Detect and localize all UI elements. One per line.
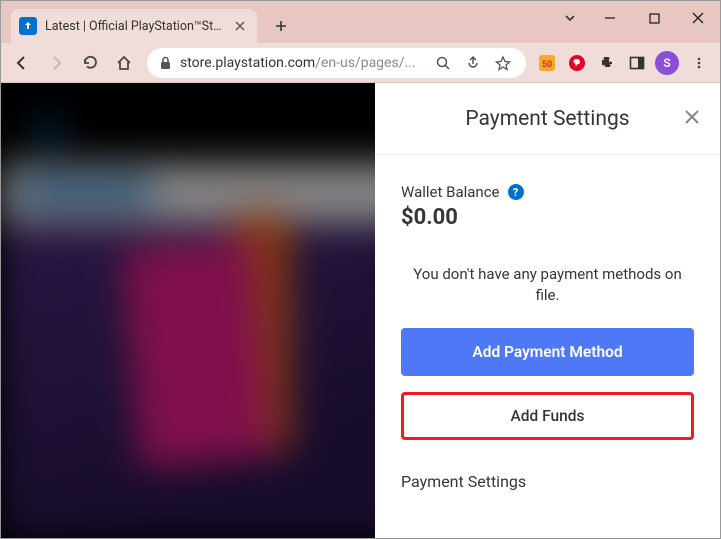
lock-icon (159, 56, 172, 70)
help-icon[interactable]: ? (508, 184, 524, 200)
payment-settings-link[interactable]: Payment Settings (401, 466, 694, 491)
close-panel-button[interactable] (680, 105, 704, 129)
wallet-balance-amount: $0.00 (401, 205, 694, 230)
panel-header: Payment Settings (375, 83, 720, 155)
wallet-balance-row: Wallet Balance ? (401, 183, 694, 201)
back-button[interactable] (7, 48, 37, 78)
bookmark-star-icon[interactable] (492, 48, 514, 78)
browser-window: Latest | Official PlayStation™Store stor… (0, 0, 721, 539)
wallet-balance-label: Wallet Balance (401, 183, 500, 201)
no-payment-methods-message: You don't have any payment methods on fi… (405, 264, 690, 306)
toolbar: store.playstation.com/en-us/pages/... 50… (1, 43, 720, 83)
titlebar: Latest | Official PlayStation™Store (1, 1, 720, 43)
extensions-puzzle-icon[interactable] (594, 50, 620, 76)
zoom-icon[interactable] (432, 48, 454, 78)
extension-pinterest-icon[interactable] (564, 50, 590, 76)
tab-search-button[interactable] (552, 3, 588, 33)
close-tab-icon[interactable] (233, 19, 247, 33)
url-text: store.playstation.com/en-us/pages/... (180, 55, 424, 71)
close-window-button[interactable] (676, 3, 720, 33)
forward-button[interactable] (41, 48, 71, 78)
tab-title: Latest | Official PlayStation™Store (45, 19, 225, 34)
payment-settings-panel: Payment Settings Wallet Balance ? $0.00 … (375, 83, 720, 538)
page-content: Payment Settings Wallet Balance ? $0.00 … (1, 83, 720, 538)
browser-tab[interactable]: Latest | Official PlayStation™Store (11, 9, 257, 43)
add-payment-method-button[interactable]: Add Payment Method (401, 328, 694, 376)
profile-avatar[interactable]: S (654, 50, 680, 76)
panel-body[interactable]: Wallet Balance ? $0.00 You don't have an… (375, 155, 720, 538)
new-tab-button[interactable] (267, 12, 295, 40)
side-panel-icon[interactable] (624, 50, 650, 76)
home-button[interactable] (109, 48, 139, 78)
share-icon[interactable] (462, 48, 484, 78)
reload-button[interactable] (75, 48, 105, 78)
svg-text:50: 50 (542, 60, 552, 70)
minimize-button[interactable] (588, 3, 632, 33)
ps-store-favicon (19, 17, 37, 35)
window-controls (552, 1, 720, 35)
address-bar[interactable]: store.playstation.com/en-us/pages/... (147, 48, 526, 78)
maximize-button[interactable] (632, 3, 676, 33)
add-funds-button[interactable]: Add Funds (401, 392, 694, 440)
extension-honey-icon[interactable]: 50 (534, 50, 560, 76)
panel-title: Payment Settings (465, 107, 629, 131)
kebab-menu-icon[interactable] (684, 48, 714, 78)
